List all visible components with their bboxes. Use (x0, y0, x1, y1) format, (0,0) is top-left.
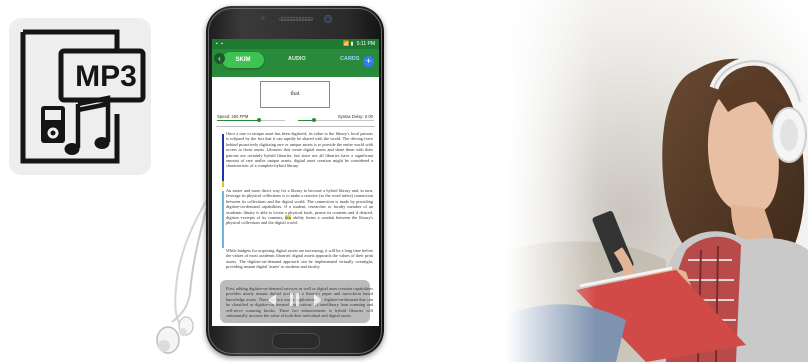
status-clock: 5:11 PM (356, 41, 375, 47)
add-button[interactable]: + (363, 56, 374, 67)
speed-label: Speed: 250 FPM (217, 114, 249, 119)
earpiece-speaker (279, 17, 313, 21)
syntax-slider-handle[interactable] (312, 118, 316, 122)
app-bar: SKIM ‹ AUDIO CARDS + (212, 49, 379, 71)
tab-audio[interactable]: AUDIO (288, 56, 306, 62)
back-button[interactable]: ‹ (214, 53, 225, 64)
mp3-file-icon (20, 29, 146, 164)
highlighted-word: this (285, 215, 292, 221)
signal-battery-icons: 📶 ▮ (342, 41, 354, 47)
speed-slider-fill (217, 120, 259, 121)
previous-icon[interactable] (268, 294, 276, 306)
front-camera-icon (324, 15, 332, 23)
paragraph-marker (222, 191, 224, 248)
woman-with-headphones-photo (506, 0, 808, 362)
mp3-badge-label: MP3 (75, 60, 137, 93)
tab-cards[interactable]: CARDS (340, 56, 360, 62)
paragraph: An easier and more direct way for a libr… (226, 188, 373, 226)
mp3-tile: MP3 (9, 18, 151, 175)
speed-slider-handle[interactable] (257, 118, 261, 122)
next-icon[interactable] (314, 294, 322, 306)
phone-screen: ▪ ▪ 📶 ▮ 5:11 PM SKIM ‹ AUDIO CARDS + tha… (212, 39, 379, 326)
playback-controls (220, 280, 370, 323)
syntax-delay-label: Syntax Delay: 0.00 (337, 114, 373, 119)
home-button[interactable] (272, 333, 320, 349)
tab-skim[interactable]: SKIM (222, 52, 264, 68)
paragraph-marker (222, 134, 224, 186)
status-bar: ▪ ▪ 📶 ▮ 5:11 PM (212, 39, 379, 49)
pause-icon[interactable] (290, 293, 293, 306)
notification-icons: ▪ ▪ (216, 41, 224, 47)
paragraph: While budgets for acquiring digital asse… (226, 248, 373, 270)
paragraph-text: An easier and more direct way for a libr… (226, 188, 373, 226)
status-icons: 📶 ▮ 5:11 PM (343, 41, 375, 47)
current-word-display: that (260, 81, 330, 108)
proximity-sensor (261, 16, 265, 20)
smartphone: ▪ ▪ 📶 ▮ 5:11 PM SKIM ‹ AUDIO CARDS + tha… (206, 6, 384, 356)
app-bar-strip (212, 71, 379, 77)
divider (216, 126, 375, 127)
paragraph: Once a rare or unique asset has been dig… (226, 131, 373, 169)
photo-illustration (506, 0, 808, 362)
paragraph-marker-highlight (222, 181, 224, 187)
reading-text: Once a rare or unique asset has been dig… (212, 131, 379, 326)
